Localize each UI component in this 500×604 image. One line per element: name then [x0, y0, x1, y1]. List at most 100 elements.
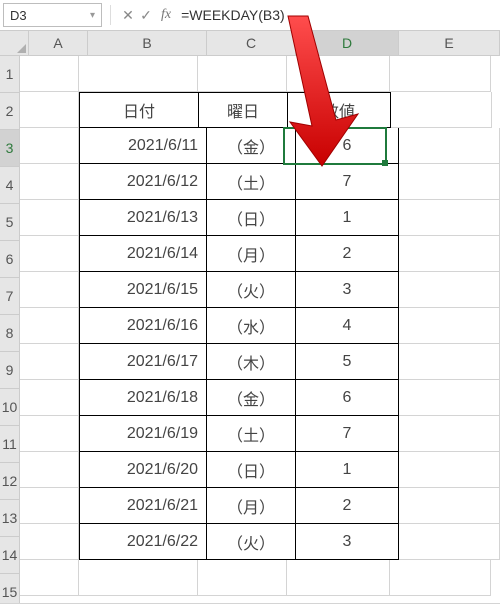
column-header-B[interactable]: B [88, 31, 207, 55]
row-header-5[interactable]: 5 [0, 204, 20, 241]
cell-A7[interactable] [20, 272, 79, 308]
cell-A5[interactable] [20, 200, 79, 236]
cell-D3[interactable]: 6 [296, 128, 399, 164]
cell-A9[interactable] [20, 344, 79, 380]
cell-A13[interactable] [20, 488, 79, 524]
cell-B10[interactable]: 2021/6/18 [79, 380, 207, 416]
row-header-11[interactable]: 11 [0, 426, 20, 463]
select-all-corner[interactable] [0, 31, 29, 55]
row-header-8[interactable]: 8 [0, 315, 20, 352]
cell-C9[interactable]: （木） [207, 344, 296, 380]
cell-A14[interactable] [20, 524, 79, 560]
cell-C10[interactable]: （金） [207, 380, 296, 416]
cell-A15[interactable] [20, 560, 79, 596]
cell-B4[interactable]: 2021/6/12 [79, 164, 207, 200]
cell-D7[interactable]: 3 [296, 272, 399, 308]
cell-A6[interactable] [20, 236, 79, 272]
formula-input[interactable]: =WEEKDAY(B3) [177, 7, 500, 23]
cell-D15[interactable] [287, 560, 390, 596]
cell-B1[interactable] [79, 56, 198, 92]
cell-C3[interactable]: （金） [207, 128, 296, 164]
row-header-12[interactable]: 12 [0, 463, 20, 500]
cell-C15[interactable] [198, 560, 287, 596]
cell-E9[interactable] [399, 344, 500, 380]
row-header-3[interactable]: 3 [0, 130, 20, 167]
cell-E10[interactable] [399, 380, 500, 416]
cell-C6[interactable]: （月） [207, 236, 296, 272]
name-box-dropdown-icon[interactable]: ▾ [90, 10, 95, 21]
cell-D13[interactable]: 2 [296, 488, 399, 524]
cell-A4[interactable] [20, 164, 79, 200]
cell-A10[interactable] [20, 380, 79, 416]
cell-D6[interactable]: 2 [296, 236, 399, 272]
cell-B9[interactable]: 2021/6/17 [79, 344, 207, 380]
cell-A1[interactable] [20, 56, 79, 92]
cell-E6[interactable] [399, 236, 500, 272]
cell-B15[interactable] [79, 560, 198, 596]
enter-icon[interactable]: ✓ [137, 7, 155, 24]
cell-B2[interactable]: 日付 [79, 92, 199, 128]
cell-B13[interactable]: 2021/6/21 [79, 488, 207, 524]
cell-D11[interactable]: 7 [296, 416, 399, 452]
row-header-1[interactable]: 1 [0, 56, 20, 93]
cell-E8[interactable] [399, 308, 500, 344]
cell-E11[interactable] [399, 416, 500, 452]
cell-C11[interactable]: （土） [207, 416, 296, 452]
cell-B5[interactable]: 2021/6/13 [79, 200, 207, 236]
row-header-13[interactable]: 13 [0, 500, 20, 537]
cell-E5[interactable] [399, 200, 500, 236]
cell-D8[interactable]: 4 [296, 308, 399, 344]
row-header-14[interactable]: 14 [0, 537, 20, 574]
column-header-E[interactable]: E [399, 31, 500, 55]
cell-C8[interactable]: （水） [207, 308, 296, 344]
name-box[interactable]: D3 ▾ [3, 3, 102, 27]
cell-C12[interactable]: （日） [207, 452, 296, 488]
cell-A12[interactable] [20, 452, 79, 488]
cell-A8[interactable] [20, 308, 79, 344]
cell-D12[interactable]: 1 [296, 452, 399, 488]
cell-B7[interactable]: 2021/6/15 [79, 272, 207, 308]
cell-E2[interactable] [391, 92, 492, 128]
cell-A2[interactable] [20, 92, 79, 128]
cell-E13[interactable] [399, 488, 500, 524]
cell-B11[interactable]: 2021/6/19 [79, 416, 207, 452]
cell-D10[interactable]: 6 [296, 380, 399, 416]
cell-E1[interactable] [390, 56, 491, 92]
cell-D2[interactable]: 数値 [288, 92, 391, 128]
cell-C13[interactable]: （月） [207, 488, 296, 524]
fx-icon[interactable]: fx [161, 7, 171, 23]
cell-A3[interactable] [20, 128, 79, 164]
cell-D5[interactable]: 1 [296, 200, 399, 236]
cell-C2[interactable]: 曜日 [199, 92, 288, 128]
cell-B12[interactable]: 2021/6/20 [79, 452, 207, 488]
column-header-C[interactable]: C [207, 31, 296, 55]
row-header-2[interactable]: 2 [0, 93, 20, 130]
row-header-9[interactable]: 9 [0, 352, 20, 389]
cell-E15[interactable] [390, 560, 491, 596]
cell-E12[interactable] [399, 452, 500, 488]
cell-D9[interactable]: 5 [296, 344, 399, 380]
cell-C14[interactable]: （火） [207, 524, 296, 560]
row-header-7[interactable]: 7 [0, 278, 20, 315]
cell-B6[interactable]: 2021/6/14 [79, 236, 207, 272]
column-header-A[interactable]: A [29, 31, 88, 55]
cell-D4[interactable]: 7 [296, 164, 399, 200]
cell-A11[interactable] [20, 416, 79, 452]
row-header-15[interactable]: 15 [0, 574, 20, 604]
cell-E14[interactable] [399, 524, 500, 560]
cell-E4[interactable] [399, 164, 500, 200]
cell-D1[interactable] [287, 56, 390, 92]
cell-C1[interactable] [198, 56, 287, 92]
cell-C5[interactable]: （日） [207, 200, 296, 236]
cancel-icon[interactable]: ✕ [119, 7, 137, 24]
cell-E7[interactable] [399, 272, 500, 308]
cell-D14[interactable]: 3 [296, 524, 399, 560]
row-header-4[interactable]: 4 [0, 167, 20, 204]
column-header-D[interactable]: D [296, 31, 399, 55]
cell-grid[interactable]: 日付曜日数値2021/6/11（金）62021/6/12（土）72021/6/1… [20, 56, 500, 604]
cell-B3[interactable]: 2021/6/11 [79, 128, 207, 164]
cell-C4[interactable]: （土） [207, 164, 296, 200]
row-header-6[interactable]: 6 [0, 241, 20, 278]
row-header-10[interactable]: 10 [0, 389, 20, 426]
cell-B8[interactable]: 2021/6/16 [79, 308, 207, 344]
